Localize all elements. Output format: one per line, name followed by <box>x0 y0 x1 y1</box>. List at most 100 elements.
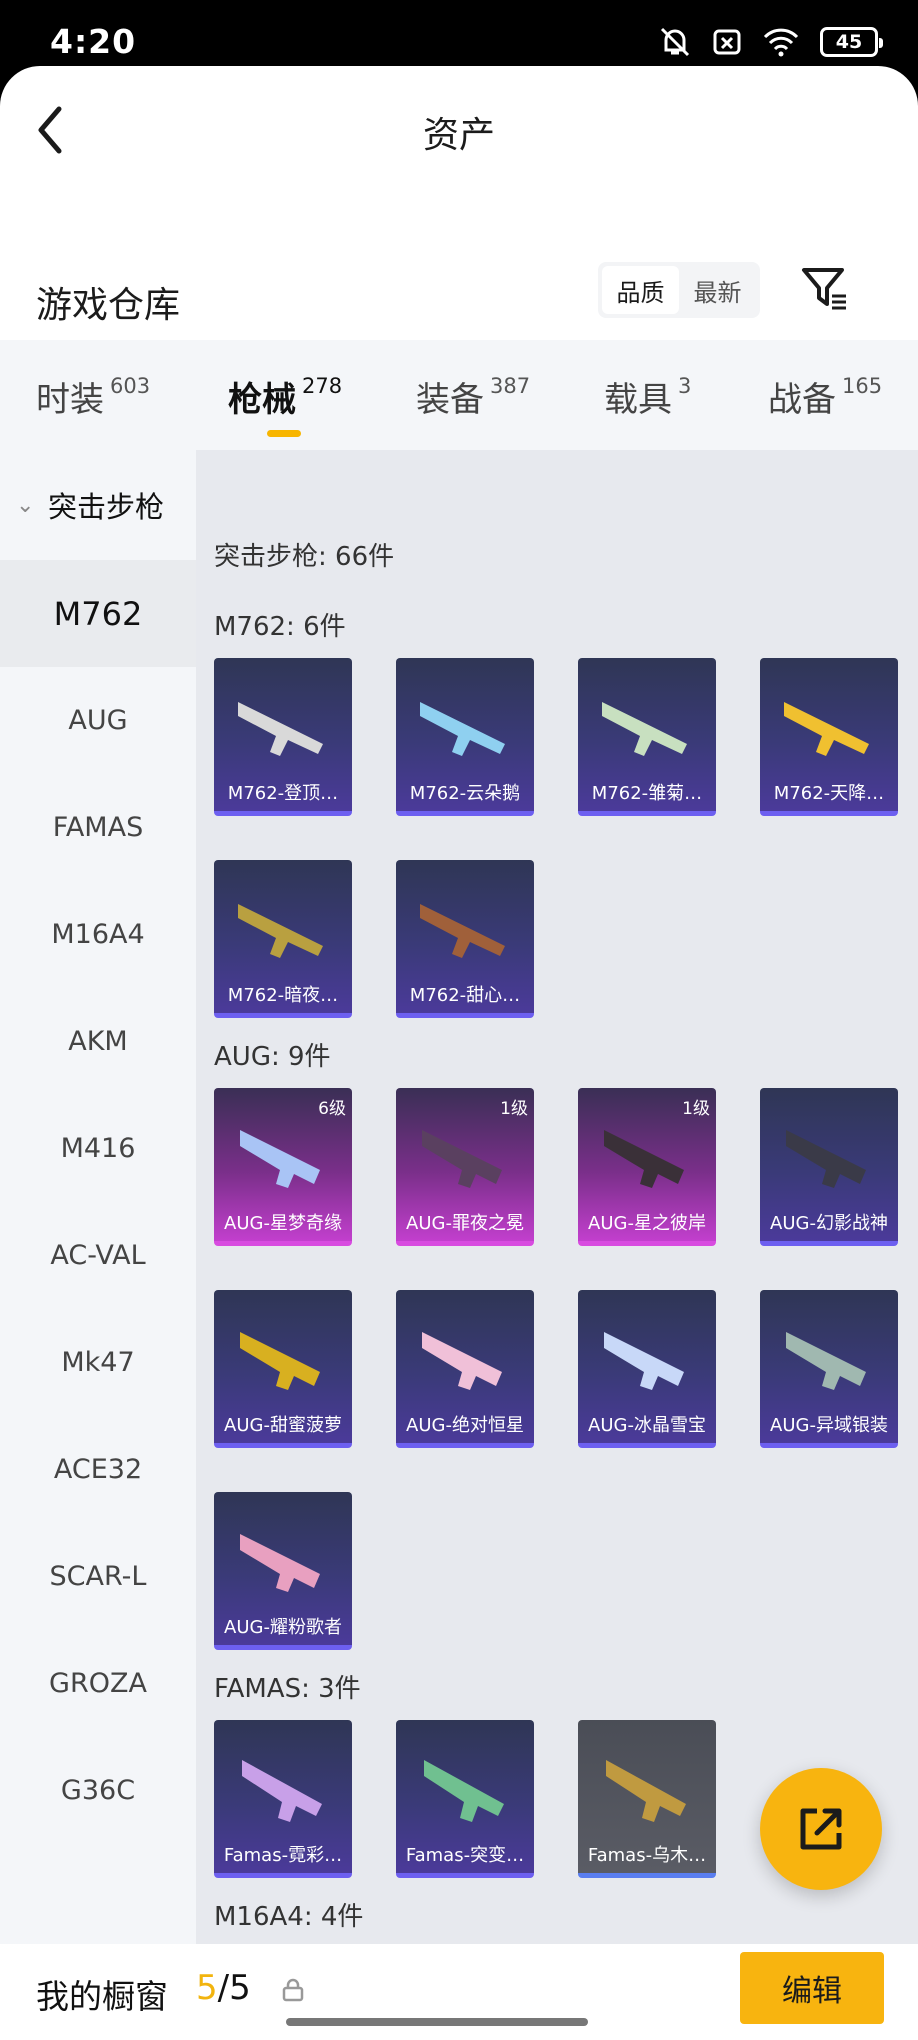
rifle-skin-icon <box>240 1534 320 1592</box>
weapon-card[interactable]: Famas-突变… <box>396 1720 534 1878</box>
sidebar-item-mk47[interactable]: Mk47 <box>0 1309 196 1416</box>
sidebar-item-ace32[interactable]: ACE32 <box>0 1416 196 1523</box>
tab-supplies[interactable]: 战备 165 <box>768 340 882 450</box>
weapon-name: AUG-星之彼岸 <box>588 1213 706 1234</box>
sidebar-item-scar-l[interactable]: SCAR-L <box>0 1523 196 1630</box>
weapon-card[interactable]: Famas-霓彩… <box>214 1720 352 1878</box>
weapon-name: M762-云朵鹅 <box>409 783 521 804</box>
tab-label: 枪械 <box>228 380 296 420</box>
weapon-card[interactable]: AUG-冰晶雪宝 <box>578 1290 716 1448</box>
rifle-skin-icon <box>242 1760 322 1822</box>
weapon-card[interactable]: 1级 AUG-星之彼岸 <box>578 1088 716 1246</box>
sidebar-item-famas[interactable]: FAMAS <box>0 774 196 881</box>
weapon-name: M762-登顶… <box>227 783 339 804</box>
weapon-name: Famas-霓彩… <box>223 1845 343 1866</box>
weapon-card[interactable]: AUG-异域银装 <box>760 1290 898 1448</box>
header: 资产 <box>0 66 918 196</box>
weapon-card[interactable]: M762-云朵鹅 <box>396 658 534 816</box>
weapon-name: AUG-耀粉歌者 <box>224 1617 342 1638</box>
group-title-m16a4: M16A4: 4件 <box>214 1902 364 1932</box>
tab-count: 603 <box>110 374 151 398</box>
rifle-skin-icon <box>786 1332 866 1390</box>
weapon-name: Famas-突变… <box>405 1845 525 1866</box>
status-icons: 45 <box>658 24 883 60</box>
weapon-sidebar: ⌄ 突击步枪 M762 AUG FAMAS M16A4 AKM M416 AC-… <box>0 450 196 1944</box>
sort-newest-button[interactable]: 最新 <box>679 266 756 314</box>
weapon-card[interactable]: M762-天降… <box>760 658 898 816</box>
sidebar-item-groza[interactable]: GROZA <box>0 1630 196 1737</box>
warehouse-row: 游戏仓库 <box>0 252 918 352</box>
tab-count: 3 <box>678 374 692 398</box>
external-link-icon <box>800 1808 842 1850</box>
battery-icon: 45 <box>820 27 883 57</box>
rifle-skin-icon <box>424 1760 504 1822</box>
rifle-skin-icon <box>420 702 505 756</box>
sort-toggle: 品质 最新 <box>598 262 760 318</box>
filter-icon <box>802 268 846 310</box>
sidebar-item-ac-val[interactable]: AC-VAL <box>0 1202 196 1309</box>
tab-equipment[interactable]: 装备 387 <box>416 340 530 450</box>
weapon-name: M762-天降… <box>773 783 885 804</box>
rifle-skin-icon <box>604 1130 684 1188</box>
tab-label: 战备 <box>768 380 836 420</box>
weapon-card[interactable]: AUG-幻影战神 <box>760 1088 898 1246</box>
tab-vehicles[interactable]: 载具 3 <box>604 340 691 450</box>
share-fab[interactable] <box>760 1768 882 1890</box>
sidebar-item-akm[interactable]: AKM <box>0 988 196 1095</box>
lock-icon <box>282 1978 304 2002</box>
sidebar-item-m762[interactable]: M762 <box>0 560 196 667</box>
group-title-m762: M762: 6件 <box>214 612 346 642</box>
tab-count: 165 <box>842 374 883 398</box>
category-tabs: 时装 603 枪械 278 装备 387 载具 3 战备 165 <box>0 340 918 450</box>
weapon-card[interactable]: AUG-甜蜜菠萝 <box>214 1290 352 1448</box>
weapon-name: AUG-罪夜之冕 <box>406 1213 524 1234</box>
showcase-label: 我的橱窗 <box>36 1977 168 2016</box>
weapon-card[interactable]: AUG-耀粉歌者 <box>214 1492 352 1650</box>
weapon-name: AUG-幻影战神 <box>770 1213 888 1234</box>
weapon-card[interactable]: AUG-绝对恒星 <box>396 1290 534 1448</box>
weapon-name: AUG-冰晶雪宝 <box>588 1415 706 1436</box>
rifle-skin-icon <box>604 1332 684 1390</box>
rifle-skin-icon <box>606 1760 686 1822</box>
filter-button[interactable] <box>800 264 850 314</box>
sort-quality-button[interactable]: 品质 <box>602 266 679 314</box>
battery-level: 45 <box>835 31 863 53</box>
section-title: 突击步枪: 66件 <box>214 542 395 572</box>
sidebar-item-g36c[interactable]: G36C <box>0 1737 196 1844</box>
rifle-skin-icon <box>786 1130 866 1188</box>
rifle-skin-icon <box>238 702 323 756</box>
weapon-card[interactable]: M762-登顶… <box>214 658 352 816</box>
tab-label: 时装 <box>36 380 104 420</box>
rifle-skin-icon <box>422 1130 502 1188</box>
active-tab-indicator <box>267 430 301 437</box>
weapon-name: M762-雏菊… <box>591 783 703 804</box>
mute-notification-icon <box>660 27 690 57</box>
tab-fashion[interactable]: 时装 603 <box>36 340 150 450</box>
status-time: 4:20 <box>50 22 137 61</box>
weapon-card[interactable]: 6级 AUG-星梦奇缘 <box>214 1088 352 1246</box>
weapon-card[interactable]: M762-甜心… <box>396 860 534 1018</box>
tab-count: 387 <box>490 374 531 398</box>
weapon-list: 突击步枪: 66件 M762: 6件 M762-登顶… M762-云朵鹅 M76… <box>196 450 918 1944</box>
sidebar-item-m416[interactable]: M416 <box>0 1095 196 1202</box>
rifle-skin-icon <box>240 1130 320 1188</box>
showcase-current: 5 <box>196 1968 218 2008</box>
sidebar-item-aug[interactable]: AUG <box>0 667 196 774</box>
chevron-down-icon: ⌄ <box>16 492 35 518</box>
weapon-card[interactable]: 1级 AUG-罪夜之冕 <box>396 1088 534 1246</box>
sidebar-group-assault-rifles[interactable]: ⌄ 突击步枪 <box>0 450 196 560</box>
weapon-card[interactable]: M762-雏菊… <box>578 658 716 816</box>
sidebar-group-label: 突击步枪 <box>48 490 165 524</box>
wifi-icon <box>763 28 799 57</box>
group-title-famas: FAMAS: 3件 <box>214 1674 361 1704</box>
page-title: 资产 <box>422 115 495 156</box>
weapon-card[interactable]: M762-暗夜… <box>214 860 352 1018</box>
sidebar-item-m16a4[interactable]: M16A4 <box>0 881 196 988</box>
tab-count: 278 <box>302 374 343 398</box>
weapon-name: M762-甜心… <box>409 985 521 1006</box>
edit-button[interactable]: 编辑 <box>740 1952 884 2024</box>
weapon-card[interactable]: Famas-乌木… <box>578 1720 716 1878</box>
rifle-skin-icon <box>240 1332 320 1390</box>
rifle-skin-icon <box>602 702 687 756</box>
rifle-skin-icon <box>420 904 505 958</box>
